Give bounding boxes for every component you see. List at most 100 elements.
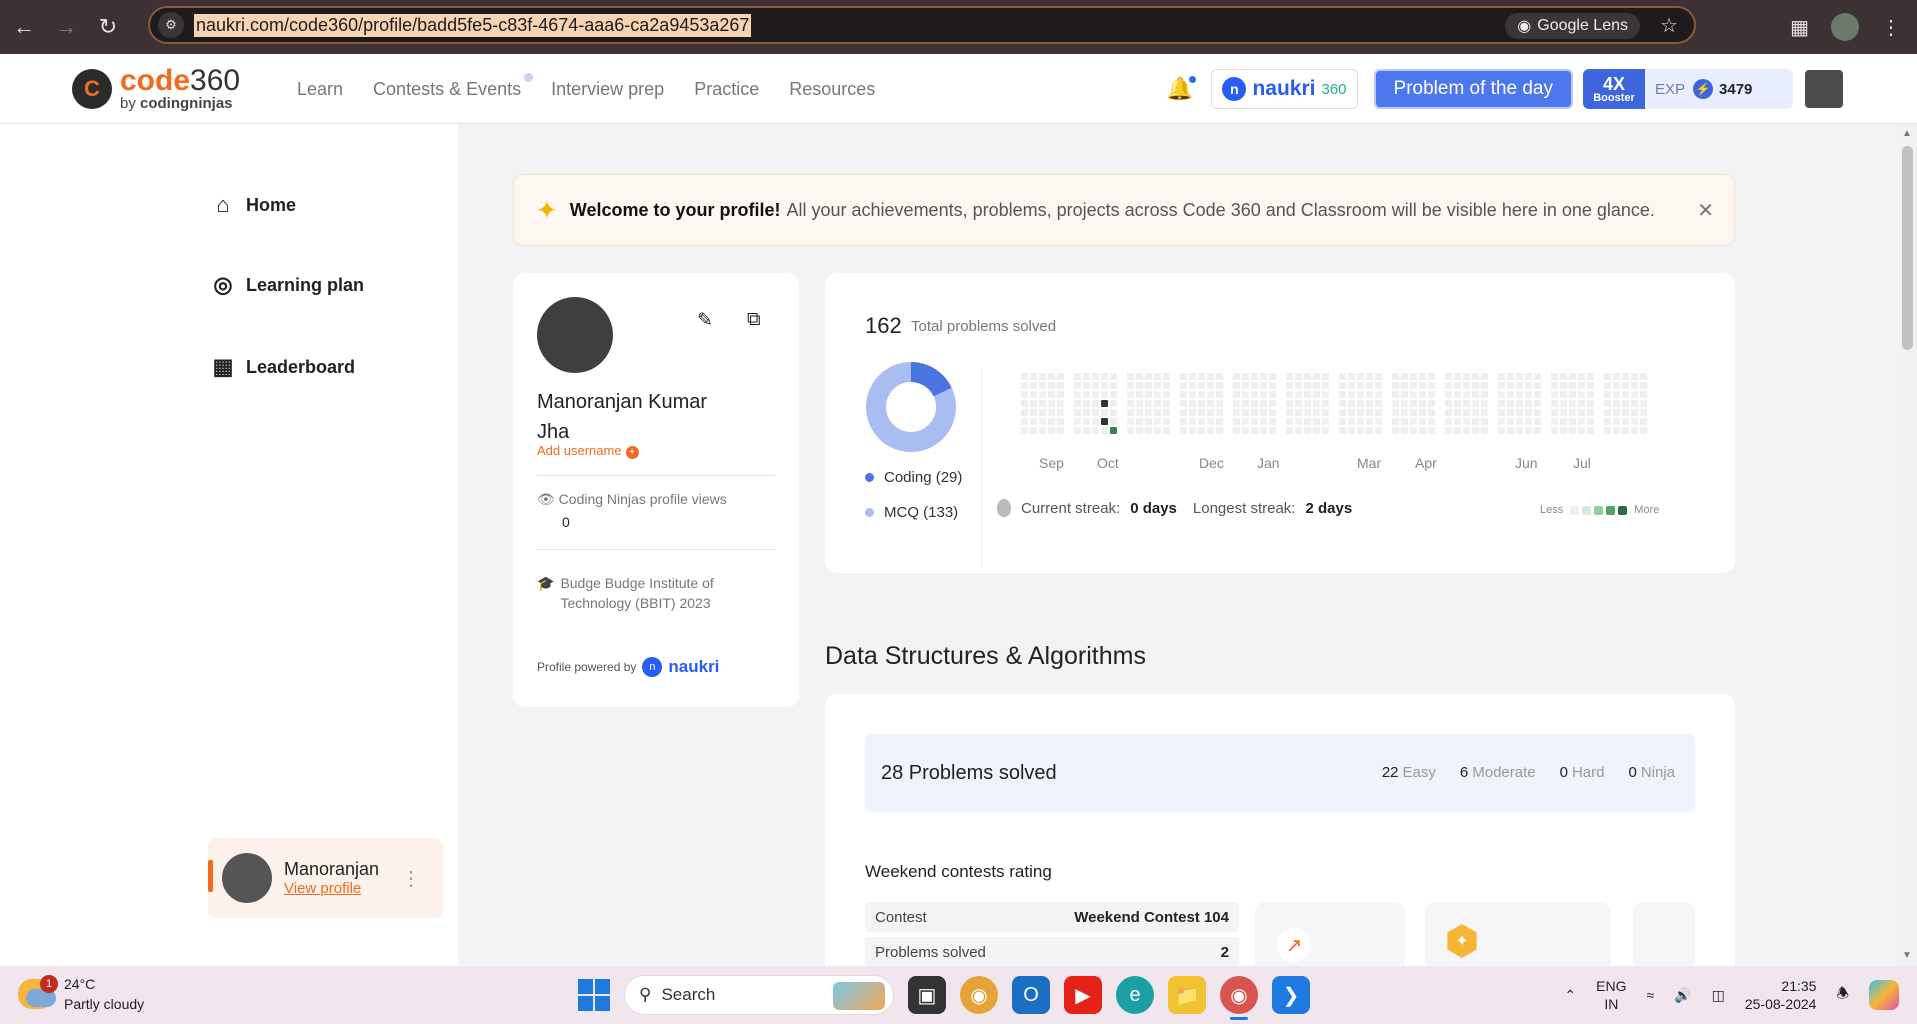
extensions-icon[interactable]: ▦ <box>1790 15 1809 40</box>
user-avatar[interactable] <box>1805 70 1843 108</box>
heatmap-cell <box>1189 373 1196 380</box>
heatmap-cell <box>1189 382 1196 389</box>
task-view-icon[interactable]: ▣ <box>908 976 946 1014</box>
heatmap-cell <box>1136 382 1143 389</box>
more-options-icon[interactable]: ⋮ <box>401 866 421 891</box>
heatmap-cell <box>1269 373 1276 380</box>
plus-icon: + <box>625 446 639 459</box>
nav-learn[interactable]: Learn <box>297 79 343 100</box>
heatmap-cell <box>1189 400 1196 407</box>
nav-interview-prep[interactable]: Interview prep <box>551 79 664 100</box>
heatmap-cell <box>1180 391 1187 398</box>
heatmap-cell <box>1048 373 1055 380</box>
month-label: Dec <box>1199 455 1224 471</box>
heatmap-cell <box>1260 427 1267 434</box>
notification-icon[interactable]: 🕭 <box>1836 983 1849 1007</box>
youtube-icon[interactable]: ▶ <box>1064 976 1102 1014</box>
weather-badge: 1 <box>40 975 58 993</box>
file-explorer-icon[interactable]: 📁 <box>1168 976 1206 1014</box>
copilot-icon[interactable] <box>1869 980 1899 1010</box>
battery-icon[interactable]: ◫ <box>1712 987 1725 1004</box>
heatmap-cell <box>1092 409 1099 416</box>
heatmap-cell <box>1030 391 1037 398</box>
chrome-icon[interactable]: ◉ <box>960 976 998 1014</box>
left-sidebar: ⌂ Home ◎ Learning plan ▦ Leaderboard Man… <box>0 124 458 966</box>
share-icon[interactable]: ⧉ <box>747 309 761 331</box>
heatmap-cell <box>1410 382 1417 389</box>
difficulty-breakdown: 22 Easy 6 Moderate 0 Hard 0 Ninja <box>1382 764 1675 781</box>
heatmap-cell <box>1233 409 1240 416</box>
sidebar-item-leaderboard[interactable]: ▦ Leaderboard <box>210 354 355 380</box>
google-lens-button[interactable]: ◉ Google Lens <box>1505 13 1640 39</box>
heatmap-cell <box>1631 391 1638 398</box>
scrollbar-thumb[interactable] <box>1902 146 1913 350</box>
heatmap-cell <box>1189 427 1196 434</box>
add-username-link[interactable]: Add username + <box>537 443 639 459</box>
exp-booster-widget[interactable]: 4X Booster EXP ⚡ 3479 <box>1583 69 1793 109</box>
address-bar[interactable]: ⚙ naukri.com/code360/profile/badd5fe5-c8… <box>148 6 1696 44</box>
nav-contests-events[interactable]: Contests & Events <box>373 72 534 100</box>
heatmap-cell <box>1640 373 1647 380</box>
heatmap-cell <box>1269 427 1276 434</box>
volume-icon[interactable]: 🔊 <box>1674 987 1691 1004</box>
difficulty-easy: 22 Easy <box>1382 764 1436 781</box>
forward-icon[interactable]: → <box>48 9 84 45</box>
heatmap-cell <box>1375 382 1382 389</box>
language-indicator[interactable]: ENG IN <box>1596 977 1626 1013</box>
weather-widget[interactable]: 1 24°C Partly cloudy <box>18 974 144 1014</box>
url-text[interactable]: naukri.com/code360/profile/badd5fe5-c83f… <box>194 13 752 37</box>
page-scrollbar[interactable]: ▲ ▼ <box>1898 124 1917 966</box>
target-icon: ◎ <box>213 272 233 297</box>
sidebar-item-home[interactable]: ⌂ Home <box>210 192 296 218</box>
heatmap-cell <box>1074 409 1081 416</box>
taskbar-search[interactable]: ⚲ Search <box>624 975 894 1015</box>
scroll-down-icon[interactable]: ▼ <box>1902 950 1912 961</box>
outlook-icon[interactable]: O <box>1012 976 1050 1014</box>
heatmap-cell <box>1039 427 1046 434</box>
browser-toolbar: ← → ↻ ⚙ naukri.com/code360/profile/badd5… <box>0 0 1917 54</box>
back-icon[interactable]: ← <box>6 9 42 45</box>
heatmap-cell <box>1127 373 1134 380</box>
edit-icon[interactable]: ✎ <box>697 309 713 332</box>
edge-icon[interactable]: e <box>1116 976 1154 1014</box>
view-profile-link[interactable]: View profile <box>284 880 379 897</box>
clock[interactable]: 21:35 25-08-2024 <box>1745 977 1817 1013</box>
naukri360-button[interactable]: n naukri 360 <box>1211 69 1358 109</box>
lens-icon: ◉ <box>1517 18 1532 35</box>
nav-practice[interactable]: Practice <box>694 79 759 100</box>
total-problems-count: 162 <box>865 313 902 338</box>
heatmap-cell <box>1127 382 1134 389</box>
close-icon[interactable]: ✕ <box>1697 198 1714 223</box>
heatmap-cell <box>1428 427 1435 434</box>
problem-of-the-day-button[interactable]: Problem of the day <box>1373 69 1573 109</box>
site-info-icon[interactable]: ⚙ <box>158 12 184 38</box>
notification-bell-icon[interactable]: 🔔 <box>1166 76 1197 102</box>
heatmap-cell <box>1021 427 1028 434</box>
heatmap-cell <box>1463 382 1470 389</box>
heatmap-cell <box>1348 400 1355 407</box>
heatmap-cell <box>1472 418 1479 425</box>
heatmap-cell <box>1039 382 1046 389</box>
sidebar-user-card[interactable]: Manoranjan View profile ⋮ <box>208 838 443 918</box>
bookmark-star-icon[interactable]: ☆ <box>1660 13 1678 38</box>
heatmap-cell <box>1216 427 1223 434</box>
add-username-label: Add username <box>537 443 622 458</box>
browser-profile-avatar[interactable] <box>1831 13 1859 41</box>
heatmap-cell <box>1569 382 1576 389</box>
reload-icon[interactable]: ↻ <box>90 9 126 45</box>
heatmap-cell <box>1057 373 1064 380</box>
vscode-icon[interactable]: ❯ <box>1272 976 1310 1014</box>
browser-menu-icon[interactable]: ⋮ <box>1881 15 1901 40</box>
sidebar-item-learning-plan[interactable]: ◎ Learning plan <box>210 272 364 298</box>
scroll-up-icon[interactable]: ▲ <box>1902 128 1912 139</box>
heatmap-cell <box>1481 427 1488 434</box>
nav-resources[interactable]: Resources <box>789 79 875 100</box>
code360-logo[interactable]: C code360 by codingninjas <box>72 66 240 111</box>
chrome-active-icon[interactable]: ◉ <box>1220 976 1258 1020</box>
heatmap-cell <box>1216 400 1223 407</box>
profile-views: 👁 Coding Ninjas profile views 0 <box>537 491 727 530</box>
chevron-up-icon[interactable]: ⌃ <box>1564 987 1576 1004</box>
wifi-icon[interactable]: ≈ <box>1646 987 1654 1003</box>
windows-start-icon[interactable] <box>578 979 610 1011</box>
problems-solved-row: Problems solved 2 <box>865 937 1239 967</box>
